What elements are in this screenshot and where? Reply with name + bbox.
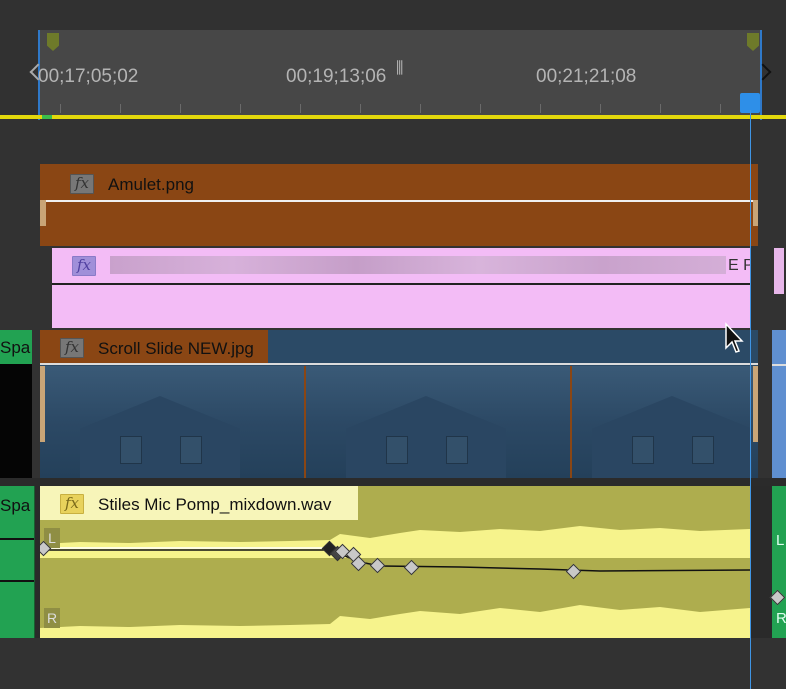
timecode-label: 00;19;13;06 (286, 66, 387, 87)
thumbnail-frame (572, 366, 758, 478)
trim-handle-right[interactable] (753, 200, 758, 226)
ruler-tick (540, 104, 541, 113)
thumbnail-frame (40, 366, 304, 478)
opacity-line (772, 364, 786, 366)
house-window (180, 436, 202, 464)
clip-pink[interactable]: fx E P (52, 248, 754, 328)
timecode-label: 00;21;21;08 (536, 66, 637, 87)
fx-badge-icon[interactable]: fx (60, 338, 84, 358)
mouse-cursor-icon (725, 322, 744, 353)
fx-badge-icon[interactable]: fx (72, 256, 96, 276)
ruler-tick (240, 104, 241, 113)
clip-name: Spa (0, 338, 31, 357)
opacity-line[interactable] (40, 363, 758, 365)
clip-next-blue[interactable] (772, 330, 786, 478)
keyframe-icon[interactable] (769, 589, 786, 606)
clip-name: Spa (0, 496, 31, 515)
clip-name: Scroll Slide NEW.jpg (98, 339, 254, 358)
ruler-tick (480, 104, 481, 113)
marker-glyph: ⫼ (396, 60, 404, 77)
track-empty-v5[interactable] (0, 120, 786, 164)
track-gap (0, 478, 786, 486)
channel-divider (0, 580, 34, 582)
clip-spa-audio-left[interactable]: Spa (0, 486, 35, 638)
fx-badge-icon[interactable]: fx (60, 494, 84, 514)
house-window (120, 436, 142, 464)
house-roof (80, 396, 240, 478)
ruler-tick (720, 104, 721, 113)
clip-spa-left-thumb (0, 364, 32, 478)
trim-handle-left[interactable] (40, 200, 46, 226)
opacity-line[interactable] (52, 283, 750, 285)
time-ruler[interactable]: 00;17;05;02 00;19;13;06 00;21;21;08 ⫼ (0, 0, 786, 120)
trim-handle-left[interactable] (40, 366, 45, 442)
house-window (386, 436, 408, 464)
trim-handle-right[interactable] (753, 366, 758, 442)
channel-label-right: R (44, 608, 60, 628)
clip-pink-next[interactable] (774, 248, 784, 294)
ruler-tick (600, 104, 601, 113)
clip-audio-next[interactable]: L R (769, 486, 786, 638)
clip-scroll-slide[interactable]: fx Scroll Slide NEW.jpg (40, 330, 758, 478)
fx-badge-icon[interactable]: fx (70, 174, 94, 194)
ruler-tick (60, 104, 61, 113)
house-window (446, 436, 468, 464)
track-empty-bottom[interactable] (0, 638, 786, 689)
clip-spa-left[interactable]: Spa (0, 330, 32, 364)
house-roof (346, 396, 506, 478)
ruler-tick (180, 104, 181, 113)
ruler-tick (360, 104, 361, 113)
rendered-segment (42, 115, 52, 119)
ruler-tick (660, 104, 661, 113)
channel-divider (0, 538, 34, 540)
house-window (692, 436, 714, 464)
clip-name: Amulet.png (108, 175, 194, 194)
work-area-bar[interactable] (0, 115, 786, 119)
ruler-tick (420, 104, 421, 113)
house-roof (592, 396, 752, 478)
playhead-line[interactable] (750, 110, 751, 689)
opacity-line[interactable] (40, 200, 758, 202)
channel-label-left: L (776, 532, 785, 549)
channel-label-right: R (776, 610, 786, 627)
timecode-label: 00;17;05;02 (38, 66, 139, 87)
blurred-clip-name (110, 256, 726, 274)
clip-audio-stiles[interactable]: fx Stiles Mic Pomp_mixdown.wav L R (40, 486, 750, 638)
house-window (632, 436, 654, 464)
thumbnail-frame (306, 366, 570, 478)
clip-amulet[interactable]: fx Amulet.png (40, 164, 758, 246)
clip-name: Stiles Mic Pomp_mixdown.wav (98, 495, 332, 514)
ruler-tick (300, 104, 301, 113)
ruler-tick (120, 104, 121, 113)
